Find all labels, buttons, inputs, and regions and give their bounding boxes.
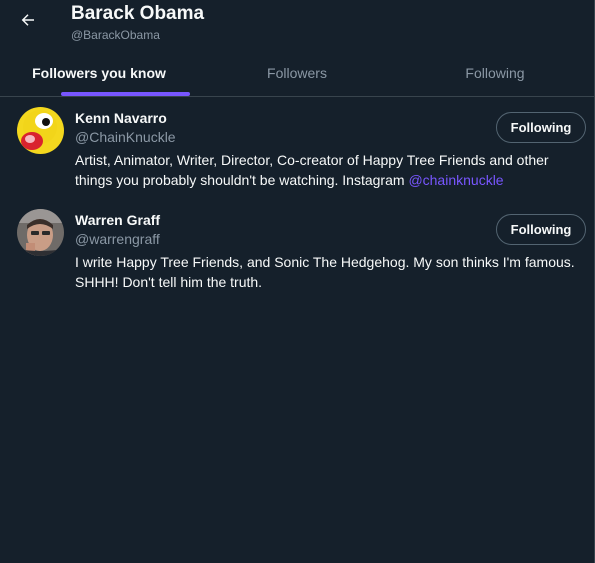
avatar[interactable] — [17, 209, 64, 256]
user-handle[interactable]: @ChainKnuckle — [75, 129, 176, 145]
page-title: Barack Obama — [71, 3, 205, 24]
user-bio: Artist, Animator, Writer, Director, Co-c… — [75, 151, 580, 190]
user-name[interactable]: Kenn Navarro — [75, 110, 167, 126]
tab-label: Following — [465, 65, 525, 81]
tab-following[interactable]: Following — [396, 50, 594, 96]
arrow-left-icon — [19, 11, 37, 34]
user-handle[interactable]: @warrengraff — [75, 231, 160, 247]
tab-label: Followers — [267, 65, 327, 81]
followers-page: Barack Obama @BarackObama Followers you … — [0, 0, 595, 563]
tab-label: Followers you know — [32, 65, 166, 81]
user-cell[interactable]: Warren Graff @warrengraff I write Happy … — [0, 209, 594, 292]
tab-bar: Followers you know Followers Following — [0, 50, 594, 97]
page-handle: @BarackObama — [71, 28, 160, 42]
user-cell[interactable]: Kenn Navarro @ChainKnuckle Artist, Anima… — [0, 107, 594, 192]
following-button[interactable]: Following — [496, 214, 586, 245]
tab-followers[interactable]: Followers — [198, 50, 396, 96]
back-button[interactable] — [12, 6, 44, 38]
user-bio: I write Happy Tree Friends, and Sonic Th… — [75, 254, 575, 290]
header: Barack Obama @BarackObama — [0, 0, 595, 50]
avatar[interactable] — [17, 107, 64, 154]
following-button[interactable]: Following — [496, 112, 586, 143]
active-tab-indicator — [61, 92, 190, 96]
user-name[interactable]: Warren Graff — [75, 212, 160, 228]
bio-mention-link[interactable]: @chainknuckle — [408, 172, 503, 188]
tab-followers-you-know[interactable]: Followers you know — [0, 50, 198, 96]
